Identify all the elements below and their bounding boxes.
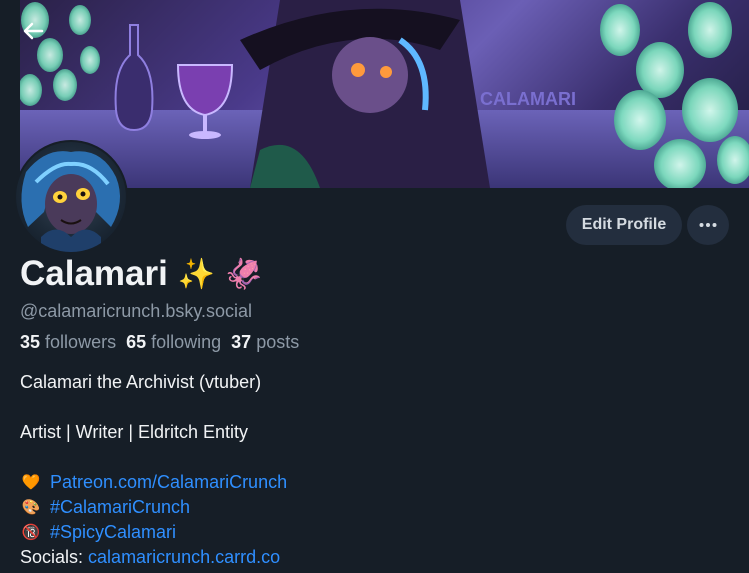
orange-heart-icon: 🧡 bbox=[21, 474, 41, 491]
squid-icon: 🦑 bbox=[225, 257, 263, 291]
bio-link-row: 🎨 #CalamariCrunch bbox=[20, 495, 287, 520]
back-button[interactable] bbox=[18, 16, 48, 46]
posts-count: 37 bbox=[231, 332, 252, 352]
bio-line: Calamari the Archivist (vtuber) bbox=[20, 372, 262, 392]
banner-artwork: CALAMARI bbox=[20, 0, 749, 188]
patreon-link[interactable]: Patreon.com/CalamariCrunch bbox=[50, 470, 287, 495]
bio-line: Artist | Writer | Eldritch Entity bbox=[20, 422, 249, 442]
following-label: following bbox=[151, 332, 222, 352]
ellipsis-icon bbox=[699, 223, 717, 227]
sparkles-icon: ✨ bbox=[177, 257, 216, 291]
followers-label: followers bbox=[45, 332, 117, 352]
following-link[interactable]: 65 following bbox=[126, 332, 221, 353]
avatar[interactable] bbox=[14, 140, 128, 254]
avatar-image bbox=[21, 151, 120, 252]
followers-link[interactable]: 35 followers bbox=[20, 332, 116, 353]
bio-socials-row: Socials: calamaricrunch.carrd.co bbox=[20, 545, 287, 570]
more-options-button[interactable] bbox=[687, 205, 729, 245]
no-under-18-icon: 🔞 bbox=[21, 524, 41, 541]
edit-profile-button[interactable]: Edit Profile bbox=[566, 205, 682, 245]
arrow-left-icon bbox=[23, 22, 44, 40]
hashtag-calamaricrunch-link[interactable]: #CalamariCrunch bbox=[50, 495, 190, 520]
profile-banner[interactable]: CALAMARI bbox=[20, 0, 749, 188]
profile-bio: Calamari the Archivist (vtuber) Artist |… bbox=[20, 370, 287, 570]
carrd-link[interactable]: calamaricrunch.carrd.co bbox=[88, 545, 280, 570]
palette-icon: 🎨 bbox=[21, 499, 41, 516]
banner-watermark: CALAMARI bbox=[480, 89, 576, 109]
followers-count: 35 bbox=[20, 332, 41, 352]
display-name-text: Calamari bbox=[20, 254, 168, 293]
posts-stat: 37 posts bbox=[231, 332, 299, 353]
socials-label: Socials: bbox=[20, 547, 84, 567]
profile-stats: 35 followers 65 following 37 posts bbox=[20, 332, 299, 353]
bio-link-row: 🔞 #SpicyCalamari bbox=[20, 520, 287, 545]
display-name: Calamari ✨ 🦑 bbox=[20, 254, 263, 294]
following-count: 65 bbox=[126, 332, 147, 352]
user-handle: @calamaricrunch.bsky.social bbox=[20, 301, 253, 321]
hashtag-spicycalamari-link[interactable]: #SpicyCalamari bbox=[50, 520, 176, 545]
bio-link-row: 🧡 Patreon.com/CalamariCrunch bbox=[20, 470, 287, 495]
posts-label: posts bbox=[256, 332, 300, 352]
